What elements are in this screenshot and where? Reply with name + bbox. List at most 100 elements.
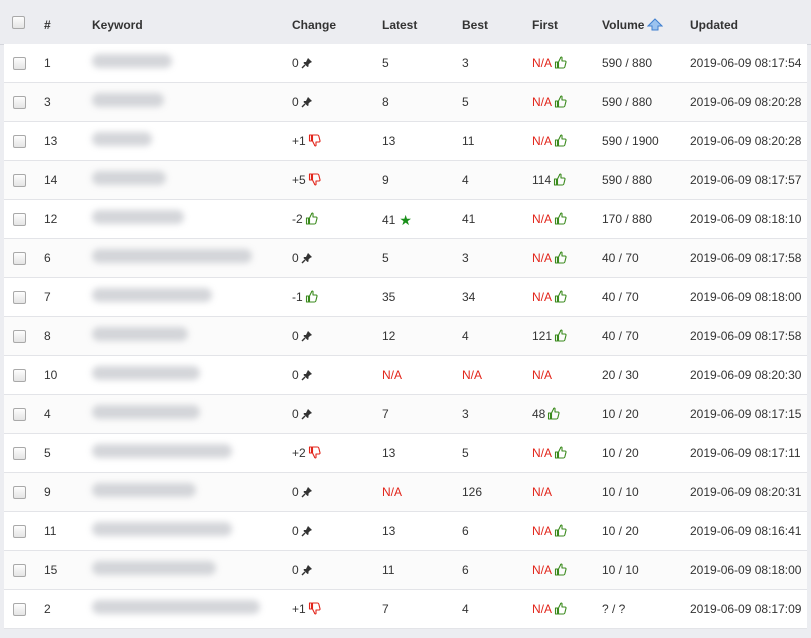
row-checkbox[interactable]: [13, 57, 26, 70]
first-cell: 114: [532, 173, 566, 189]
first-value: N/A: [532, 134, 553, 148]
keyword-blurred[interactable]: [92, 288, 212, 302]
updated-value: 2019-06-09 08:17:54: [690, 56, 802, 70]
column-header-keyword[interactable]: Keyword: [92, 18, 143, 32]
pin-icon: [301, 330, 313, 345]
volume-value: 10 / 20: [602, 524, 639, 538]
latest-value: 5: [382, 251, 389, 265]
table-row[interactable]: 12 -2 41 ★ 41 N/A 170 / 880 2019-06-09 08:18:10: [4, 200, 807, 239]
row-checkbox[interactable]: [13, 447, 26, 460]
column-header-latest[interactable]: Latest: [382, 18, 417, 32]
row-checkbox[interactable]: [13, 486, 26, 499]
volume-value: 10 / 10: [602, 563, 639, 577]
thumbs-up-icon: [554, 446, 567, 462]
table-row[interactable]: 9 0 N/A 126 N/A 10 / 10 2019-06-09 08:20:31: [4, 473, 807, 512]
table-row[interactable]: 6 0 5 3 N/A 40 / 70 2019-06-09 08:17:58: [4, 239, 807, 278]
column-header-num[interactable]: #: [44, 18, 51, 32]
keyword-blurred[interactable]: [92, 327, 188, 341]
keyword-blurred[interactable]: [92, 171, 166, 185]
pin-icon: [301, 57, 313, 72]
column-header-first[interactable]: First: [532, 18, 558, 32]
keyword-blurred[interactable]: [92, 210, 184, 224]
first-value: N/A: [532, 290, 553, 304]
latest-cell: 13: [382, 134, 395, 148]
column-header-volume[interactable]: Volume: [602, 18, 664, 32]
latest-cell: 9: [382, 173, 389, 187]
pin-icon: [301, 252, 313, 267]
row-checkbox[interactable]: [13, 174, 26, 187]
column-header-updated[interactable]: Updated: [690, 18, 738, 32]
change-value: +2: [292, 446, 306, 460]
keyword-blurred[interactable]: [92, 522, 232, 536]
table-row[interactable]: 2 +1 7 4 N/A ? / ? 2019-06-09 08:17:09: [4, 590, 807, 629]
column-header-change[interactable]: Change: [292, 18, 336, 32]
row-checkbox[interactable]: [13, 135, 26, 148]
table-row[interactable]: 3 0 8 5 N/A 590 / 880 2019-06-09 08:20:28: [4, 83, 807, 122]
table-row[interactable]: 8 0 12 4 121 40 / 70 2019-06-09 08:17:58: [4, 317, 807, 356]
column-header-volume-label: Volume: [602, 18, 645, 32]
row-checkbox[interactable]: [13, 408, 26, 421]
keyword-blurred[interactable]: [92, 483, 196, 497]
table-row[interactable]: 11 0 13 6 N/A 10 / 20 2019-06-09 08:16:41: [4, 512, 807, 551]
first-value: 121: [532, 329, 553, 343]
keyword-blurred[interactable]: [92, 405, 200, 419]
keyword-blurred[interactable]: [92, 249, 252, 263]
table-row[interactable]: 1 0 5 3 N/A 590 / 880 2019-06-09 08:17:54: [4, 44, 807, 83]
latest-value: 35: [382, 290, 396, 304]
keyword-blurred[interactable]: [92, 600, 260, 614]
first-cell: N/A: [532, 524, 567, 540]
table-row[interactable]: 14 +5 9 4 114 590 / 880 2019-06-09 08:17:57: [4, 161, 807, 200]
keyword-blurred[interactable]: [92, 561, 216, 575]
best-value: 41: [462, 212, 476, 226]
row-checkbox[interactable]: [13, 330, 26, 343]
row-number: 15: [44, 563, 58, 577]
first-value: N/A: [532, 368, 553, 382]
table-row[interactable]: 5 +2 13 5 N/A 10 / 20 2019-06-09 08:17:11: [4, 434, 807, 473]
row-checkbox[interactable]: [13, 603, 26, 616]
change-value: +1: [292, 134, 306, 148]
table-row[interactable]: 7 -1 35 34 N/A 40 / 70 2019-06-09 08:18:00: [4, 278, 807, 317]
latest-cell: 5: [382, 56, 389, 70]
best-value: 4: [462, 329, 469, 343]
row-checkbox[interactable]: [13, 291, 26, 304]
row-checkbox[interactable]: [13, 96, 26, 109]
thumbs-up-icon: [554, 563, 567, 579]
table-row[interactable]: 15 0 11 6 N/A 10 / 10 2019-06-09 08:18:00: [4, 551, 807, 590]
thumbs-up-icon: [554, 212, 567, 228]
first-cell: N/A: [532, 290, 567, 306]
table-body: 1 0 5 3 N/A 590 / 880 2019-06-09 08:17:54 3 0 8 5 N…: [4, 44, 807, 629]
first-cell: N/A: [532, 446, 567, 462]
table-row[interactable]: 10 0 N/A N/A N/A 20 / 30 2019-06-09 08:20:30: [4, 356, 807, 395]
keyword-blurred[interactable]: [92, 444, 232, 458]
latest-value: 7: [382, 407, 389, 421]
table-row[interactable]: 13 +1 13 11 N/A 590 / 1900 2019-06-09 08:20:28: [4, 122, 807, 161]
row-checkbox[interactable]: [13, 369, 26, 382]
best-value: N/A: [462, 368, 483, 382]
row-number: 6: [44, 251, 51, 265]
change-cell: -1: [292, 290, 318, 306]
keyword-blurred[interactable]: [92, 54, 172, 68]
latest-value: 11: [382, 563, 395, 577]
thumbs-up-icon: [305, 290, 318, 306]
latest-cell: 13: [382, 524, 395, 538]
first-value: 114: [532, 173, 552, 187]
row-checkbox[interactable]: [13, 213, 26, 226]
thumbs-up-icon: [554, 290, 567, 306]
select-all-checkbox[interactable]: [12, 16, 25, 29]
change-cell: 0: [292, 524, 313, 540]
first-cell: 48: [532, 407, 560, 423]
table-row[interactable]: 4 0 7 3 48 10 / 20 2019-06-09 08:17:15: [4, 395, 807, 434]
first-value: 48: [532, 407, 546, 421]
keyword-blurred[interactable]: [92, 132, 152, 146]
keyword-blurred[interactable]: [92, 93, 164, 107]
change-cell: +5: [292, 173, 321, 189]
latest-cell: 8: [382, 95, 389, 109]
row-checkbox[interactable]: [13, 564, 26, 577]
keyword-blurred[interactable]: [92, 366, 200, 380]
first-value: N/A: [532, 251, 553, 265]
column-header-best[interactable]: Best: [462, 18, 488, 32]
pin-icon: [301, 486, 313, 501]
change-value: 0: [292, 485, 299, 499]
row-checkbox[interactable]: [13, 252, 26, 265]
row-checkbox[interactable]: [13, 525, 26, 538]
